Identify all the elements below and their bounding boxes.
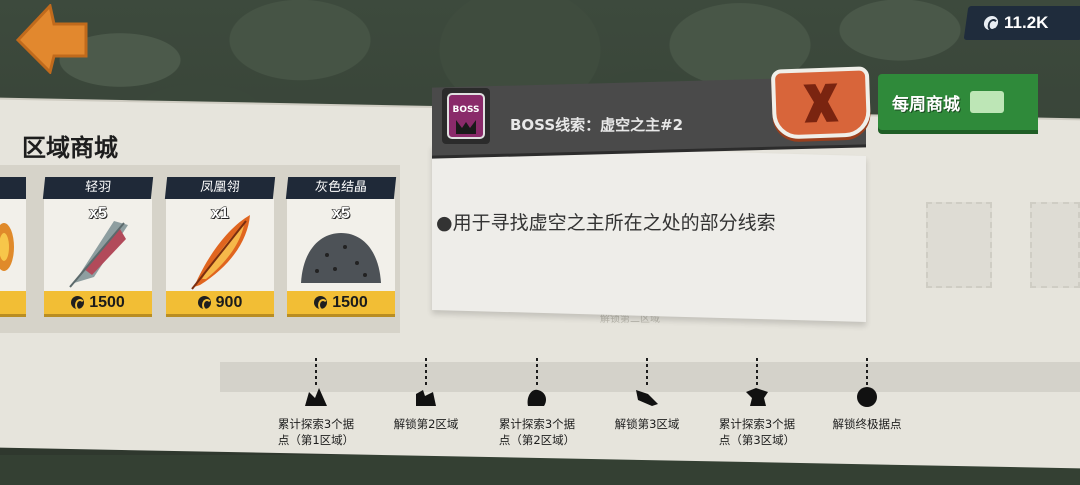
milestone[interactable]: 解锁第3区域 <box>597 358 697 432</box>
milestone-label-line: 解锁终极据点 <box>832 417 902 431</box>
back-arrow-icon <box>15 2 88 75</box>
hanging-string <box>315 358 317 386</box>
milestone-label: 解锁第2区域 <box>376 416 476 432</box>
milestone[interactable]: 解锁终极据点 <box>817 358 917 432</box>
popup-description: ●用于寻找虚空之主所在之处的部分线索 <box>436 212 776 234</box>
milestone-label-line: 累计探索3个据 <box>718 417 796 431</box>
hanging-string <box>756 358 758 386</box>
item-image: x1 <box>166 199 274 291</box>
milestone-label-line: 点（第1区域） <box>277 433 355 447</box>
item-name: 凤凰翎 <box>164 177 276 199</box>
boss-badge-icon: BOSS <box>447 93 485 139</box>
shop-icon <box>970 91 1004 113</box>
currency-display: 11.2K <box>963 6 1080 40</box>
weekly-shop-label: 每周商城 <box>892 94 960 115</box>
milestone-label: 累计探索3个据 点（第3区域） <box>707 416 807 448</box>
milestone-icon <box>746 388 768 406</box>
buy-button[interactable]: 1500 <box>44 291 152 317</box>
hanging-string <box>866 358 868 386</box>
milestone-label: 解锁第3区域 <box>597 416 697 432</box>
close-button[interactable] <box>770 66 872 140</box>
close-icon <box>803 83 839 123</box>
milestone[interactable]: 累计探索3个据 点（第1区域） <box>266 358 366 448</box>
milestone-icon <box>527 389 546 406</box>
milestone[interactable]: 累计探索3个据 点（第2区域） <box>487 358 587 448</box>
buy-button[interactable]: 1500 <box>287 291 395 317</box>
hanging-string <box>646 358 648 386</box>
milestone-icon <box>857 387 877 407</box>
milestone-label-line: 点（第2区域） <box>498 433 576 447</box>
shop-card-phoenix-feather[interactable]: 凤凰翎 x1 900 <box>164 177 276 317</box>
back-button[interactable] <box>14 2 90 75</box>
milestone-icon <box>636 390 658 406</box>
milestone-label: 解锁终极据点 <box>817 416 917 432</box>
locked-slot <box>926 202 992 288</box>
boss-badge-text: BOSS <box>452 105 479 115</box>
item-quantity: x1 <box>211 205 230 223</box>
item-image: x5 <box>287 199 395 291</box>
popup-title: BOSS线索：虚空之主#2 <box>510 116 684 134</box>
milestone-icon <box>416 390 436 406</box>
weekly-shop-tab[interactable]: 每周商城 <box>878 74 1038 130</box>
item-price: 1500 <box>332 293 368 311</box>
shop-card-gray-crystal[interactable]: 灰色结晶 x5 1500 <box>285 177 397 317</box>
milestone-label-line: 解锁第3区域 <box>614 417 680 431</box>
coin-icon <box>197 296 212 311</box>
coin-icon <box>983 16 999 30</box>
item-price: 900 <box>215 293 243 311</box>
item-name: 灰色结晶 <box>285 177 397 199</box>
buy-button[interactable]: 900 <box>166 291 274 317</box>
milestone-icon <box>305 388 327 406</box>
hanging-string <box>536 358 538 386</box>
coin-icon <box>71 296 86 311</box>
hanging-string <box>425 358 427 386</box>
item-image: x5 <box>44 199 152 291</box>
milestone-label: 累计探索3个据 点（第2区域） <box>487 416 587 448</box>
item-quantity: x5 <box>89 205 108 223</box>
page-title: 区域商城 <box>22 134 118 162</box>
shop-card-partial[interactable] <box>0 177 26 317</box>
currency-amount: 11.2K <box>1004 13 1049 32</box>
milestone[interactable]: 累计探索3个据 点（第3区域） <box>707 358 807 448</box>
milestone-label: 累计探索3个据 点（第1区域） <box>266 416 366 448</box>
item-price: 1500 <box>89 293 125 311</box>
locked-slot <box>1030 202 1080 288</box>
item-name: 轻羽 <box>42 177 154 199</box>
item-quantity: x5 <box>332 205 351 223</box>
milestone-label-line: 累计探索3个据 <box>277 417 355 431</box>
milestone-label-line: 累计探索3个据 <box>498 417 576 431</box>
coin-icon <box>314 296 329 311</box>
shop-card-light-feather[interactable]: 轻羽 x5 1500 <box>42 177 154 317</box>
milestone-label-line: 点（第3区域） <box>718 433 796 447</box>
milestone[interactable]: 解锁第2区域 <box>376 358 476 432</box>
item-icon <box>0 223 14 271</box>
boss-clue-icon: BOSS <box>442 88 490 144</box>
milestone-label-line: 解锁第2区域 <box>393 417 459 431</box>
